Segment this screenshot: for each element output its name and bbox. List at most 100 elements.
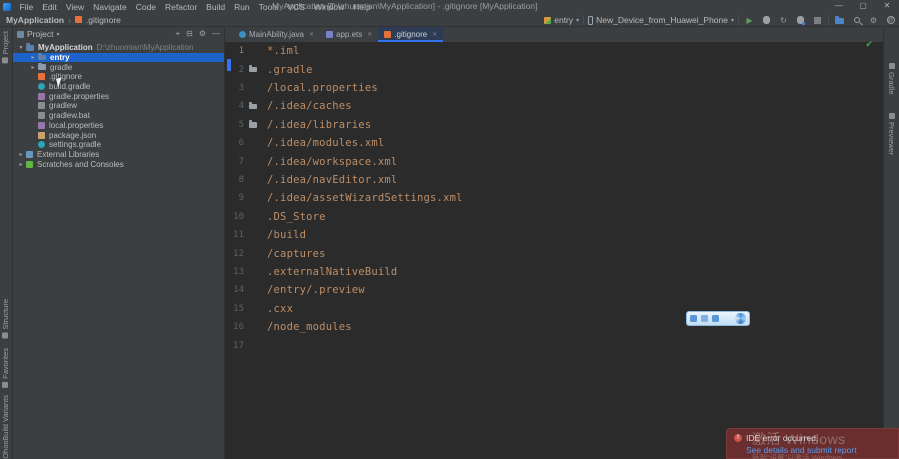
notification-report-link[interactable]: See details and submit report xyxy=(746,445,891,455)
tool-window-project[interactable]: Project xyxy=(1,31,10,64)
chevron-right-icon[interactable]: ▸ xyxy=(17,161,25,168)
select-opened-file-button[interactable]: ⌖ xyxy=(176,29,181,39)
ime-handwriting-icon[interactable] xyxy=(701,315,708,322)
hide-panel-button[interactable]: — xyxy=(212,29,220,39)
tree-item-package-json[interactable]: package.json xyxy=(13,130,224,140)
code-line[interactable]: 15 .cxx xyxy=(225,300,883,318)
menu-code[interactable]: Code xyxy=(131,2,160,12)
code-line[interactable]: 7 /.idea/workspace.xml xyxy=(225,152,883,170)
code-line[interactable]: 11/build xyxy=(225,226,883,244)
profile-button[interactable]: @ xyxy=(884,14,897,26)
menu-navigate[interactable]: Navigate xyxy=(89,2,132,12)
code-line[interactable]: 1 *.iml xyxy=(225,42,883,60)
menu-file[interactable]: File xyxy=(15,2,38,12)
project-panel-header: Project ▾ ⌖ ⊟ ⚙ — xyxy=(13,27,224,41)
chevron-right-icon[interactable]: ▸ xyxy=(29,64,37,71)
breadcrumb-project[interactable]: MyApplication xyxy=(6,15,64,25)
tool-window-label: OhosBuild Variants xyxy=(1,395,10,459)
menu-view[interactable]: View xyxy=(61,2,88,12)
code-line[interactable]: 2 .gradle xyxy=(225,60,883,78)
tree-label: gradlew xyxy=(49,101,78,111)
tree-item-build-gradle[interactable]: build.gradle xyxy=(13,82,224,92)
folder-icon xyxy=(835,16,844,24)
code-line[interactable]: 6 /.idea/modules.xml xyxy=(225,134,883,152)
run-button[interactable]: ▶ xyxy=(743,14,756,26)
profiler-button[interactable]: ↻ xyxy=(777,14,790,26)
code-line[interactable]: 5 /.idea/libraries xyxy=(225,116,883,134)
tree-label: build.gradle xyxy=(49,82,91,92)
tool-window-favorites[interactable]: Favorites xyxy=(1,348,10,388)
ide-window: File Edit View Navigate Code Refactor Bu… xyxy=(0,0,899,459)
tab-close-icon[interactable]: ✕ xyxy=(309,31,314,38)
code-line[interactable]: 3/local.properties xyxy=(225,79,883,97)
tree-item-local-properties[interactable]: local.properties xyxy=(13,121,224,131)
settings-button[interactable]: ⚙ xyxy=(867,14,880,26)
tool-window-previewer[interactable]: Previewer xyxy=(887,113,896,155)
code-line[interactable]: 10 .DS_Store xyxy=(225,208,883,226)
tree-item-gradlew-bat[interactable]: gradlew.bat xyxy=(13,111,224,121)
menu-run[interactable]: Run xyxy=(230,2,255,12)
tree-item-gradle[interactable]: ▸ gradle xyxy=(13,62,224,72)
chevron-down-icon[interactable]: ▾ xyxy=(56,31,59,38)
tab-gitignore[interactable]: .gitignore ✕ xyxy=(378,27,444,42)
code-line[interactable]: 4 /.idea/caches xyxy=(225,97,883,115)
tree-item-gitignore[interactable]: .gitignore xyxy=(13,72,224,82)
device-selector[interactable]: New_Device_from_Huawei_Phone ▾ xyxy=(588,15,734,25)
code-line[interactable]: 14/entry/.preview xyxy=(225,281,883,299)
menu-build[interactable]: Build xyxy=(202,2,230,12)
maximize-button[interactable]: ▢ xyxy=(851,0,875,13)
tree-item-gradle-properties[interactable]: gradle.properties xyxy=(13,91,224,101)
ime-logo-icon[interactable] xyxy=(735,313,746,324)
module-selector-label: entry xyxy=(554,15,574,25)
line-number: 5 xyxy=(238,119,244,130)
collapse-all-button[interactable]: ⊟ xyxy=(186,29,193,39)
chevron-down-icon[interactable]: ▾ xyxy=(17,44,25,51)
tree-item-myapplication[interactable]: ▾ MyApplication D:\zhuomian\MyApplicatio… xyxy=(13,43,224,53)
window-title: MyApplication [D:\zhuomian\MyApplication… xyxy=(272,1,538,11)
tree-item-scratches[interactable]: ▸ Scratches and Consoles xyxy=(13,159,224,169)
stop-button[interactable] xyxy=(811,14,824,26)
tree-item-gradlew[interactable]: gradlew xyxy=(13,101,224,111)
line-number: 13 xyxy=(233,267,244,278)
tree-item-entry[interactable]: ▸ entry xyxy=(13,52,224,63)
module-selector[interactable]: entry ▾ xyxy=(544,15,579,25)
search-everywhere-button[interactable] xyxy=(850,14,863,26)
chevron-right-icon[interactable]: ▸ xyxy=(17,151,25,158)
attach-debugger-button[interactable] xyxy=(794,14,807,26)
code-line[interactable]: 17 xyxy=(225,337,883,355)
menu-refactor[interactable]: Refactor xyxy=(161,2,202,12)
project-panel-title[interactable]: Project xyxy=(27,29,53,39)
panel-settings-button[interactable]: ⚙ xyxy=(199,29,206,39)
line-number: 7 xyxy=(238,156,244,167)
tree-label: External Libraries xyxy=(37,149,100,159)
ime-toolbar[interactable] xyxy=(686,311,750,326)
line-number: 9 xyxy=(238,193,244,204)
tree-item-external-libraries[interactable]: ▸ External Libraries xyxy=(13,150,224,160)
close-button[interactable]: ✕ xyxy=(875,0,899,13)
code-line[interactable]: 8 /.idea/navEditor.xml xyxy=(225,171,883,189)
phone-icon xyxy=(588,15,594,25)
project-view-icon xyxy=(17,30,24,38)
code-line[interactable]: 12/captures xyxy=(225,244,883,262)
code-line[interactable]: 16/node_modules xyxy=(225,318,883,336)
code-line[interactable]: 9 /.idea/assetWizardSettings.xml xyxy=(225,189,883,207)
debug-button[interactable] xyxy=(760,14,773,26)
ime-keyboard-icon[interactable] xyxy=(690,315,697,322)
chevron-right-icon[interactable]: ▸ xyxy=(29,54,37,61)
chevron-down-icon: ▾ xyxy=(576,17,580,24)
minimize-button[interactable]: — xyxy=(827,0,851,13)
menu-edit[interactable]: Edit xyxy=(38,2,62,12)
tool-window-ohosbuild-variants[interactable]: OhosBuild Variants xyxy=(1,395,10,459)
tab-close-icon[interactable]: ✕ xyxy=(432,31,437,38)
tab-close-icon[interactable]: ✕ xyxy=(367,31,372,38)
code-line[interactable]: 13 .externalNativeBuild xyxy=(225,263,883,281)
breadcrumb-file[interactable]: .gitignore xyxy=(86,15,121,25)
device-file-browser-button[interactable] xyxy=(833,14,846,26)
tab-app-ets[interactable]: app.ets ✕ xyxy=(320,27,378,42)
ime-clipboard-icon[interactable] xyxy=(712,315,719,322)
tool-window-gradle[interactable]: Gradle xyxy=(887,63,896,95)
tab-mainability-java[interactable]: MainAbility.java ✕ xyxy=(233,27,320,42)
tool-window-structure[interactable]: Structure xyxy=(1,299,10,339)
tree-item-settings-gradle[interactable]: settings.gradle xyxy=(13,140,224,150)
json-file-icon xyxy=(38,131,45,139)
